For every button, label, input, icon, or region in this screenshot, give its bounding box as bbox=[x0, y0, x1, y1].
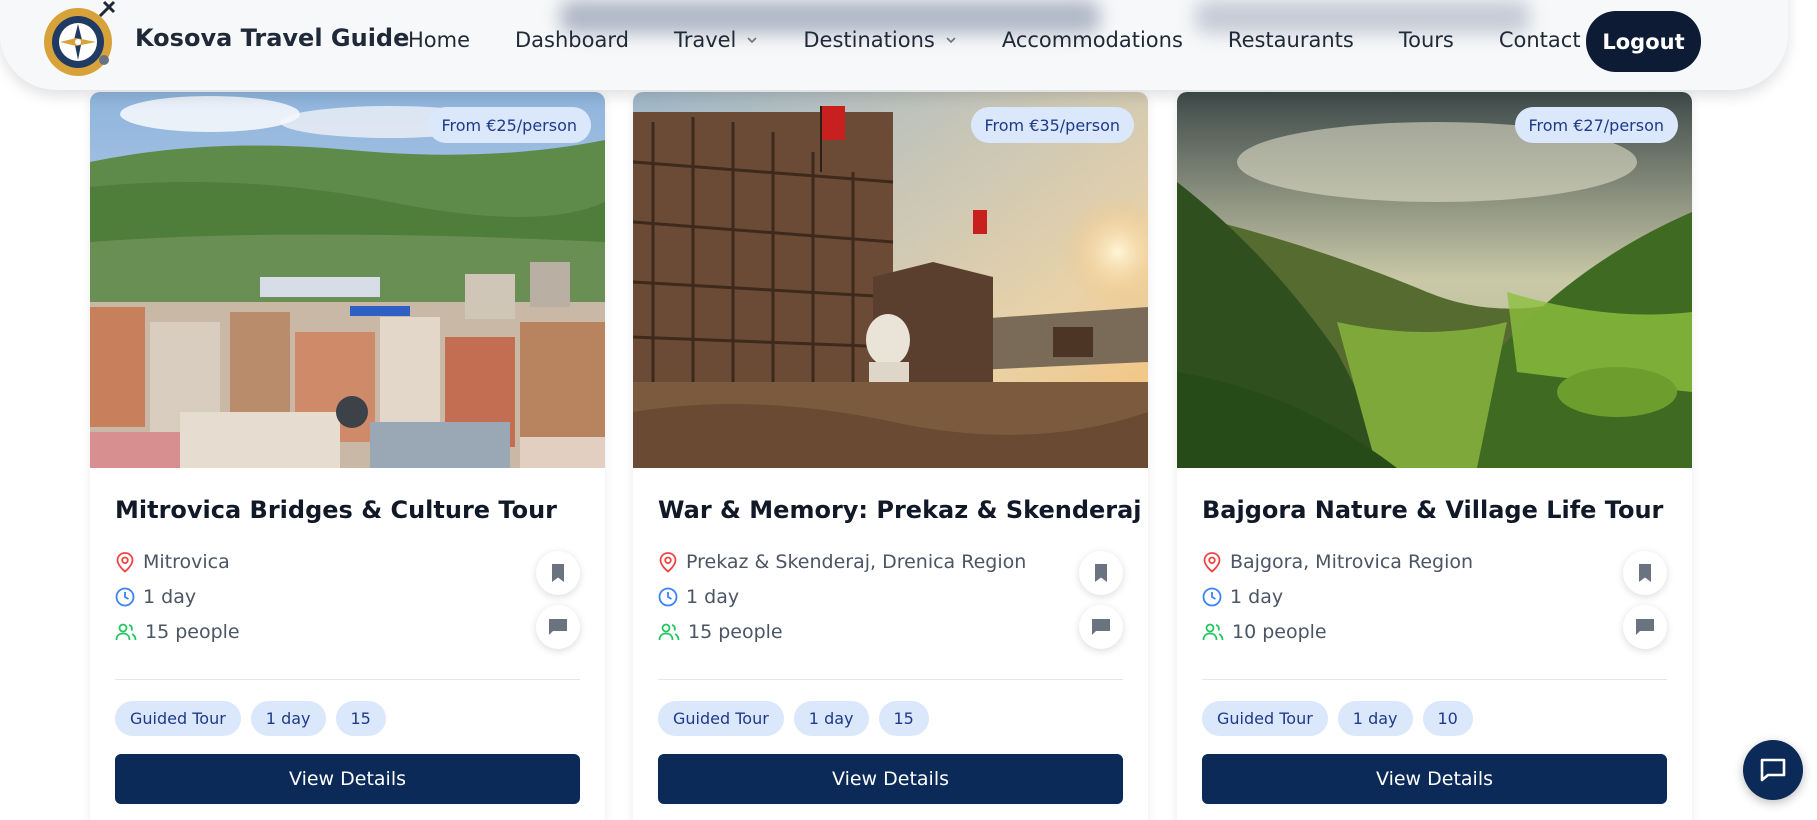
tour-title[interactable]: Mitrovica Bridges & Culture Tour bbox=[115, 496, 557, 524]
people-text: 15 people bbox=[145, 621, 240, 643]
memorial-complex-photo[interactable]: From €35/person bbox=[633, 92, 1148, 468]
duration-text: 1 day bbox=[1230, 586, 1284, 608]
nav-label: Dashboard bbox=[515, 28, 629, 52]
compass-logo-icon[interactable] bbox=[42, 0, 118, 80]
divider bbox=[1202, 679, 1667, 680]
tour-card: From €25/person Mitrovica Bridges & Cult… bbox=[90, 92, 605, 820]
tag-type: Guided Tour bbox=[115, 701, 241, 736]
duration-text: 1 day bbox=[686, 586, 740, 608]
price-badge: From €35/person bbox=[970, 107, 1134, 143]
tag-duration: 1 day bbox=[793, 701, 869, 736]
nav-label: Travel bbox=[673, 28, 737, 52]
people-text: 10 people bbox=[1232, 621, 1327, 643]
divider bbox=[115, 679, 580, 680]
tag-capacity: 15 bbox=[335, 701, 386, 736]
nav-dashboard[interactable]: Dashboard bbox=[515, 28, 629, 52]
nav-label: Home bbox=[408, 28, 471, 52]
nav-contact[interactable]: Contact bbox=[1499, 28, 1581, 52]
users-icon bbox=[658, 623, 680, 641]
comment-icon bbox=[1092, 619, 1110, 635]
tour-card: From €27/person Bajgora Nature & Village… bbox=[1177, 92, 1692, 820]
divider bbox=[658, 679, 1123, 680]
location-text: Bajgora, Mitrovica Region bbox=[1230, 551, 1474, 573]
bookmark-icon bbox=[552, 564, 564, 582]
bookmark-button[interactable] bbox=[1623, 551, 1667, 595]
nav-label: Accommodations bbox=[1001, 28, 1183, 52]
bookmark-icon bbox=[1095, 564, 1107, 582]
tour-card: From €35/person War & Memory: Prekaz & S… bbox=[633, 92, 1148, 820]
tour-duration: 1 day bbox=[1202, 586, 1283, 608]
chat-button[interactable] bbox=[1743, 740, 1803, 800]
map-pin-icon bbox=[1203, 552, 1221, 573]
tour-location: Mitrovica bbox=[115, 551, 230, 573]
tag-duration: 1 day bbox=[1337, 701, 1413, 736]
users-icon bbox=[115, 623, 137, 641]
clock-icon bbox=[115, 587, 135, 607]
location-text: Prekaz & Skenderaj, Drenica Region bbox=[686, 551, 1027, 573]
price-badge: From €27/person bbox=[1514, 107, 1678, 143]
tag-type: Guided Tour bbox=[658, 701, 784, 736]
main-nav: Home Dashboard Travel Destinations Accom… bbox=[408, 28, 1626, 52]
view-details-button[interactable]: View Details bbox=[658, 754, 1123, 804]
price-badge: From €25/person bbox=[427, 107, 591, 143]
nav-travel-dropdown[interactable]: Travel bbox=[674, 28, 758, 52]
nav-label: Contact bbox=[1498, 28, 1581, 52]
map-pin-icon bbox=[116, 552, 134, 573]
clock-icon bbox=[1202, 587, 1222, 607]
location-text: Mitrovica bbox=[143, 551, 230, 573]
comment-icon bbox=[1636, 619, 1654, 635]
chevron-down-icon bbox=[946, 37, 956, 44]
logout-button[interactable]: Logout bbox=[1586, 11, 1701, 72]
bookmark-icon bbox=[1639, 564, 1651, 582]
clock-icon bbox=[658, 587, 678, 607]
nav-home[interactable]: Home bbox=[408, 28, 470, 52]
nav-accommodations[interactable]: Accommodations bbox=[1002, 28, 1183, 52]
brand-title[interactable]: Kosova Travel Guide bbox=[135, 24, 409, 52]
top-navbar: Kosova Travel Guide Home Dashboard Trave… bbox=[0, 0, 1788, 90]
view-details-button[interactable]: View Details bbox=[1202, 754, 1667, 804]
chat-icon bbox=[1760, 758, 1786, 782]
tour-title[interactable]: Bajgora Nature & Village Life Tour bbox=[1202, 496, 1663, 524]
green-valley-photo[interactable]: From €27/person bbox=[1177, 92, 1692, 468]
tour-group-size: 15 people bbox=[658, 621, 783, 643]
nav-label: Tours bbox=[1398, 28, 1454, 52]
tour-tags: Guided Tour 1 day 15 bbox=[658, 701, 939, 736]
nav-label: Restaurants bbox=[1227, 28, 1354, 52]
chevron-down-icon bbox=[747, 37, 757, 44]
view-details-button[interactable]: View Details bbox=[115, 754, 580, 804]
bookmark-button[interactable] bbox=[1079, 551, 1123, 595]
nav-label: Destinations bbox=[803, 28, 935, 52]
tour-group-size: 10 people bbox=[1202, 621, 1327, 643]
tour-location: Prekaz & Skenderaj, Drenica Region bbox=[658, 551, 1026, 573]
users-icon bbox=[1202, 623, 1224, 641]
comment-button[interactable] bbox=[1623, 605, 1667, 649]
tour-title[interactable]: War & Memory: Prekaz & Skenderaj bbox=[658, 496, 1142, 524]
tag-type: Guided Tour bbox=[1202, 701, 1328, 736]
duration-text: 1 day bbox=[143, 586, 197, 608]
bookmark-button[interactable] bbox=[536, 551, 580, 595]
nav-tours[interactable]: Tours bbox=[1399, 28, 1454, 52]
nav-destinations-dropdown[interactable]: Destinations bbox=[803, 28, 956, 52]
tag-duration: 1 day bbox=[250, 701, 326, 736]
tour-tags: Guided Tour 1 day 15 bbox=[115, 701, 396, 736]
tour-duration: 1 day bbox=[658, 586, 739, 608]
tour-tags: Guided Tour 1 day 10 bbox=[1202, 701, 1483, 736]
city-panorama-photo[interactable]: From €25/person bbox=[90, 92, 605, 468]
tour-duration: 1 day bbox=[115, 586, 196, 608]
tour-group-size: 15 people bbox=[115, 621, 240, 643]
map-pin-icon bbox=[659, 552, 677, 573]
comment-button[interactable] bbox=[536, 605, 580, 649]
people-text: 15 people bbox=[688, 621, 783, 643]
comment-button[interactable] bbox=[1079, 605, 1123, 649]
tour-location: Bajgora, Mitrovica Region bbox=[1202, 551, 1473, 573]
nav-restaurants[interactable]: Restaurants bbox=[1228, 28, 1354, 52]
tag-capacity: 15 bbox=[878, 701, 929, 736]
comment-icon bbox=[549, 619, 567, 635]
tag-capacity: 10 bbox=[1422, 701, 1473, 736]
